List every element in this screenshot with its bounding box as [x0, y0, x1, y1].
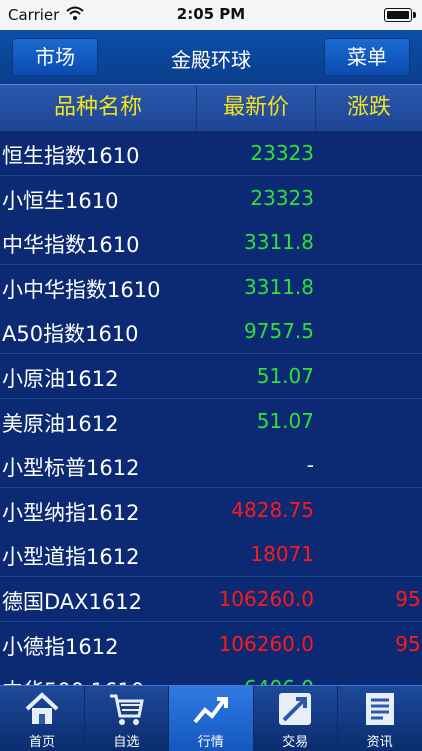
trend-icon	[192, 690, 230, 728]
menu-button[interactable]: 菜单	[324, 38, 410, 76]
table-row[interactable]: 小原油1612 51.070.03	[0, 354, 422, 399]
latest-price: 9757.5	[244, 319, 314, 344]
latest-price: 106260.0	[218, 631, 314, 656]
price-change: 95639.5	[395, 631, 422, 656]
header-change[interactable]: 涨跌	[316, 85, 422, 131]
clock: 2:05 PM	[176, 5, 246, 23]
battery-icon	[384, 8, 416, 22]
instrument-name: 小德指1612	[2, 634, 119, 659]
tab-trade[interactable]: 交易	[253, 686, 339, 751]
table-row[interactable]: A50指数1610 9757.542.5	[0, 309, 422, 355]
tab-label: 资讯	[366, 735, 393, 750]
latest-price: 18071	[250, 542, 314, 567]
table-row[interactable]: 小中华指数1610 3311.85.2	[0, 264, 422, 310]
latest-price: 6406.0	[244, 676, 314, 685]
price-change: 77	[318, 186, 422, 210]
price-change: -	[318, 453, 422, 477]
instrument-name: 小恒生1610	[2, 188, 119, 213]
header-name[interactable]: 品种名称	[0, 85, 197, 131]
latest-price: 106260.0	[218, 587, 314, 611]
tab-bar: 首页 自选 行情 交易 资讯	[0, 685, 422, 751]
price-change: 12.4	[318, 676, 422, 685]
latest-price: 51.07	[256, 364, 314, 388]
price-change: 82	[318, 141, 422, 165]
latest-price: 23323	[250, 185, 314, 210]
instrument-name: 小型道指1612	[2, 545, 140, 570]
instrument-name: A50指数1610	[2, 322, 139, 347]
latest-price: -	[306, 453, 314, 478]
latest-price: 3311.8	[244, 230, 314, 255]
table-row[interactable]: 中华指数1610 3311.85.2	[0, 220, 422, 266]
nav-bar: 市场 金殿环球 菜单	[0, 30, 422, 85]
status-bar: Carrier 2:05 PM	[0, 0, 422, 30]
tab-label: 自选	[113, 735, 140, 750]
news-icon	[361, 690, 399, 728]
price-change: 5	[318, 542, 422, 566]
tab-label: 交易	[282, 735, 309, 750]
table-row[interactable]: 小型标普1612 --	[0, 443, 422, 489]
table-row[interactable]: 小德指1612 106260.0 95639.5	[0, 621, 422, 667]
instrument-name: 中华指数1610	[2, 233, 140, 258]
price-change: 3.50	[318, 498, 422, 522]
instrument-name: 恒生指数1610	[2, 144, 140, 168]
instrument-name: 美原油1612	[2, 411, 119, 436]
quote-list[interactable]: 恒生指数1610 2332382 小恒生1610 2332377 中华指数1610 331…	[0, 131, 422, 685]
price-change: 5.2	[318, 230, 422, 254]
instrument-name: 小型纳指1612	[2, 500, 140, 525]
tab-label: 首页	[28, 735, 55, 750]
price-change: 0.03	[318, 364, 422, 388]
table-header: 品种名称 最新价 涨跌	[0, 84, 422, 132]
table-row[interactable]: 小型道指1612 180715	[0, 532, 422, 578]
table-row[interactable]: 小恒生1610 2332377	[0, 175, 422, 221]
header-price[interactable]: 最新价	[197, 85, 316, 131]
table-row[interactable]: 小型纳指1612 4828.753.50	[0, 487, 422, 533]
trade-icon	[276, 690, 314, 728]
latest-price: 51.07	[256, 408, 314, 433]
table-row[interactable]: 美原油1612 51.070.03	[0, 398, 422, 444]
instrument-name: 小原油1612	[2, 367, 119, 391]
cart-icon	[107, 690, 145, 728]
latest-price: 4828.75	[231, 497, 314, 522]
tab-news[interactable]: 资讯	[338, 686, 422, 751]
tab-label: 行情	[197, 735, 224, 750]
latest-price: 23323	[250, 141, 314, 165]
tab-cart[interactable]: 自选	[84, 686, 170, 751]
tab-trend[interactable]: 行情	[168, 686, 254, 751]
home-icon	[23, 690, 61, 728]
price-change: 42.5	[318, 319, 422, 343]
tab-home[interactable]: 首页	[0, 686, 85, 751]
table-row[interactable]: 德国DAX1612 106260.0 95639.5	[0, 577, 422, 622]
table-row[interactable]: 恒生指数1610 2332382	[0, 131, 422, 176]
price-change: 0.03	[318, 409, 422, 433]
instrument-name: 德国DAX1612	[2, 590, 142, 614]
instrument-name: 中华500 1610	[2, 675, 144, 685]
price-change: 95639.5	[395, 587, 422, 611]
table-row[interactable]: 中华500 1610 6406.0 12.4	[0, 666, 422, 685]
latest-price: 3311.8	[244, 274, 314, 299]
instrument-name: 小型标普1612	[2, 456, 140, 481]
price-change: 5.2	[318, 275, 422, 299]
instrument-name: 小中华指数1610	[2, 277, 161, 302]
